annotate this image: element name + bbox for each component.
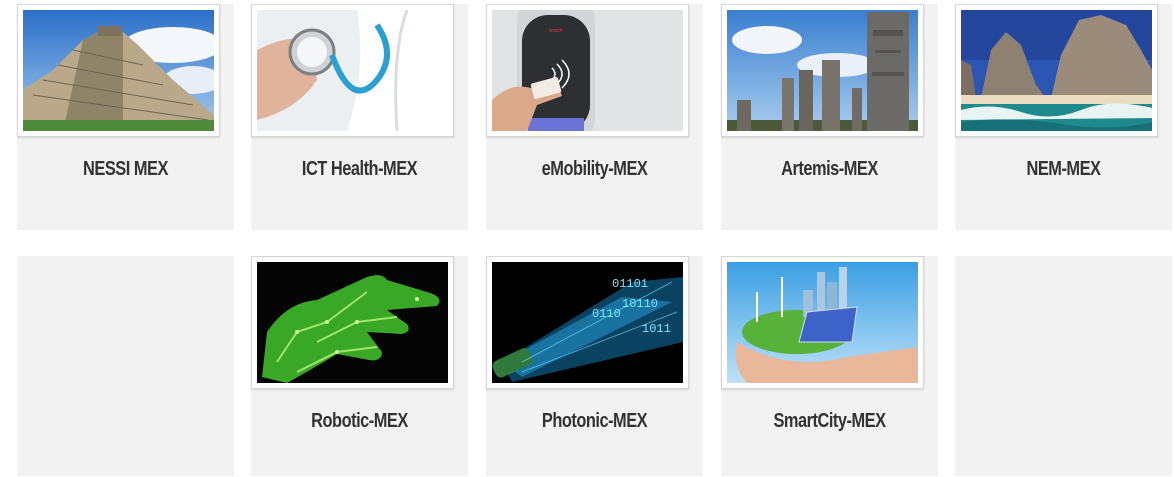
svg-text:0110: 0110: [592, 307, 621, 321]
card-robotic-mex[interactable]: Robotic-MEX: [251, 256, 468, 476]
card-title[interactable]: NESSI MEX: [37, 158, 215, 181]
card-emobility-mex[interactable]: bosch eMobility-MEX: [486, 4, 703, 230]
card-title[interactable]: eMobility-MEX: [506, 158, 684, 181]
svg-text:01101: 01101: [612, 277, 648, 291]
card-smartcity-mex[interactable]: SmartCity-MEX: [721, 256, 938, 476]
card-photonic-mex[interactable]: 01101 10110 0110 1011 Photonic-MEX: [486, 256, 703, 476]
card-title[interactable]: Robotic-MEX: [271, 410, 449, 433]
binary-fiber-image[interactable]: 01101 10110 0110 1011: [486, 256, 689, 389]
smart-city-hands-image[interactable]: [721, 256, 924, 389]
card-title[interactable]: ICT Health-MEX: [271, 158, 449, 181]
nfc-payment-image[interactable]: bosch: [486, 4, 689, 137]
pyramid-image[interactable]: [17, 4, 220, 137]
circuit-hand-image[interactable]: [251, 256, 454, 389]
project-grid: NESSI MEX ICT Health-MEX bosch eMobility…: [0, 0, 1174, 477]
svg-text:bosch: bosch: [549, 28, 563, 34]
card-ict-health-mex[interactable]: ICT Health-MEX: [251, 4, 468, 230]
card-nem-mex[interactable]: NEM-MEX: [955, 4, 1172, 230]
card-artemis-mex[interactable]: Artemis-MEX: [721, 4, 938, 230]
sea-rocks-image[interactable]: [955, 4, 1158, 137]
empty-card: [955, 256, 1172, 476]
card-title[interactable]: Photonic-MEX: [506, 410, 684, 433]
card-title[interactable]: SmartCity-MEX: [741, 410, 919, 433]
empty-card: [17, 256, 234, 476]
card-nessi-mex[interactable]: NESSI MEX: [17, 4, 234, 230]
stethoscope-image[interactable]: [251, 4, 454, 137]
stone-statues-image[interactable]: [721, 4, 924, 137]
card-title[interactable]: Artemis-MEX: [741, 158, 919, 181]
card-title[interactable]: NEM-MEX: [975, 158, 1153, 181]
